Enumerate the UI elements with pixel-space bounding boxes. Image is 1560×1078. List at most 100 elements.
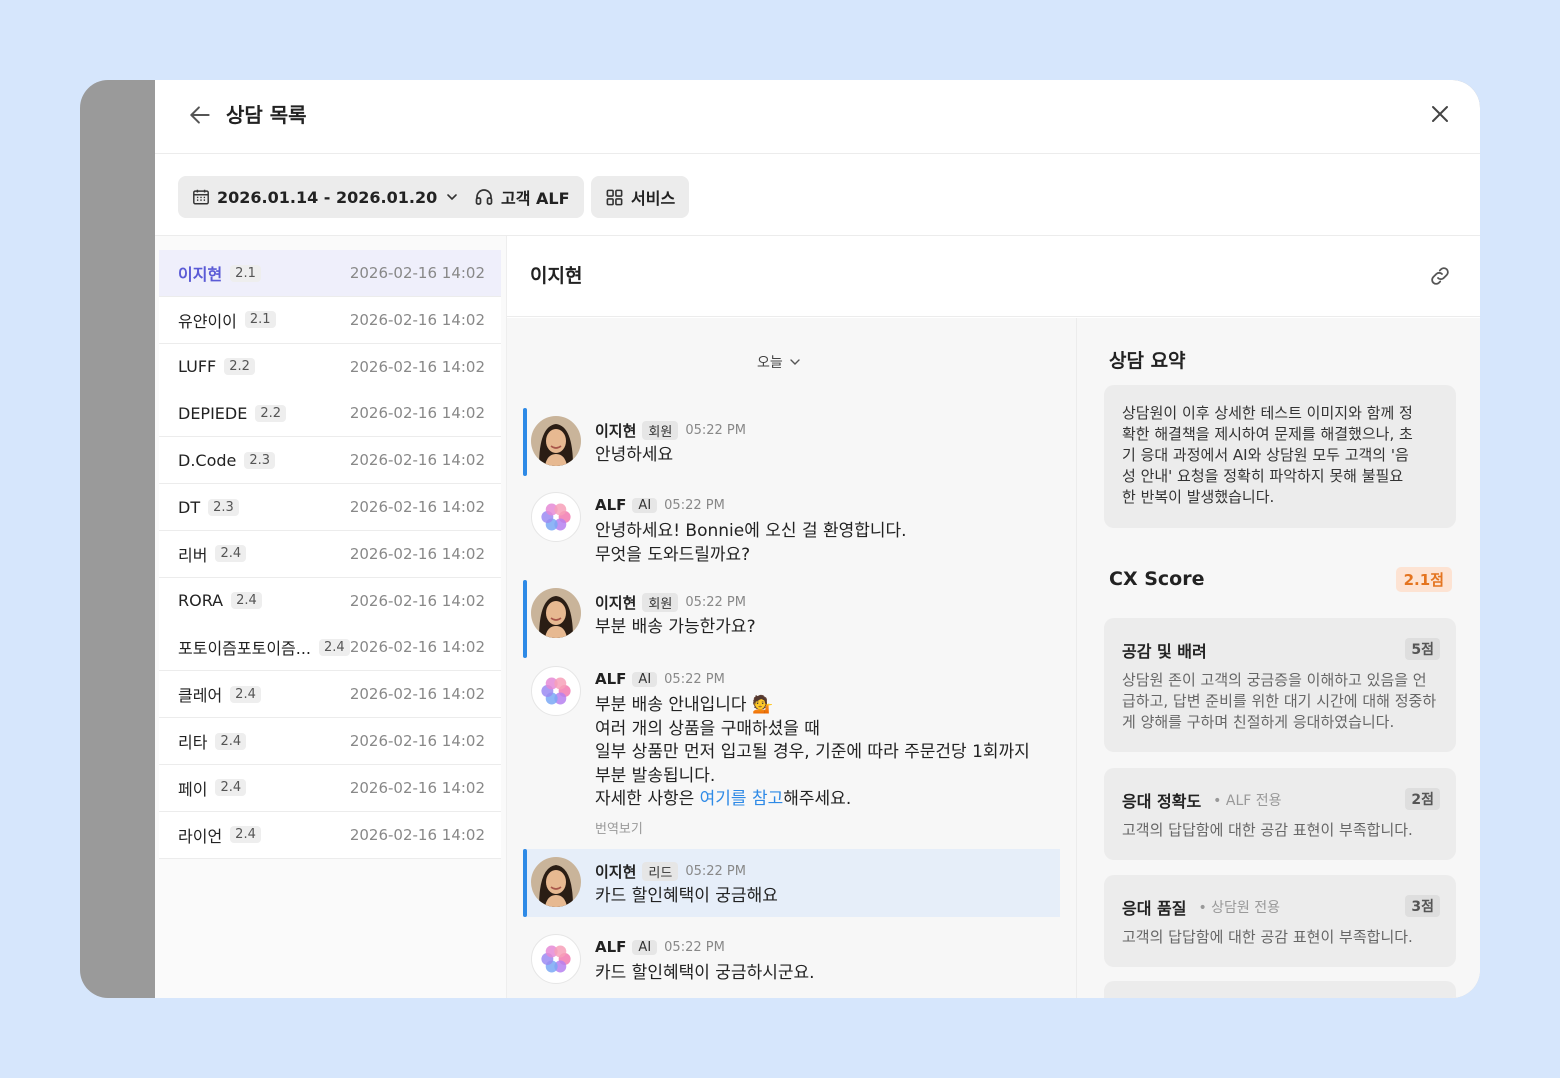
customer-filter[interactable]: 고객 ALF <box>460 176 584 218</box>
conversation-row[interactable]: DEPIEDE 2.2 2026-02-16 14:02 <box>159 390 501 438</box>
link-icon[interactable] <box>1428 264 1452 288</box>
description-line: 상담원 존이 고객의 궁금증을 이해하고 있음을 언 <box>1122 671 1427 689</box>
message-time: 05:22 PM <box>664 671 725 687</box>
header: 상담 목록 <box>155 80 1480 154</box>
day-separator[interactable]: 오늘 <box>757 352 802 372</box>
bot-message: ALF AI 05:22 PM 카드 할인혜택이 궁금하시군요. <box>523 926 1060 998</box>
bot-message: ALF AI 05:22 PM 안녕하세요! Bonnie에 오신 걸 환영합니다. 무… <box>523 484 1060 565</box>
conversation-date: 2026-02-16 14:02 <box>349 638 485 657</box>
conversation-date: 2026-02-16 14:02 <box>349 825 485 844</box>
score-card-partial <box>1104 981 1456 998</box>
grid-icon <box>606 189 623 205</box>
chevron-down-icon <box>790 359 800 365</box>
description-line: 고객의 답답함에 대한 공감 표현이 부족합니다. <box>1122 821 1413 839</box>
alf-logo-icon <box>531 934 581 984</box>
summary-line: 기 응대 과정에서 AI와 상담원 모두 고객의 '음 <box>1122 446 1409 464</box>
message-text: 부분 배송 가능한가요? <box>595 616 756 640</box>
score-card-note: • 상담원 전용 <box>1198 900 1281 916</box>
score-card-title: 응대 품질 • 상담원 전용 <box>1122 895 1280 919</box>
translate-link[interactable]: 번역보기 <box>595 818 643 837</box>
score-card-description: 상담원 존이 고객의 궁금증을 이해하고 있음을 언급하고, 답변 준비를 위한… <box>1122 670 1438 733</box>
conversation-date: 2026-02-16 14:02 <box>349 451 485 470</box>
score-badge: 2.4 <box>230 685 261 703</box>
cx-score-title: CX Score <box>1109 568 1205 590</box>
conversation-row[interactable]: 페이 2.4 2026-02-16 14:02 <box>159 764 501 812</box>
conversation-row[interactable]: 이지현 2.1 2026-02-16 14:02 <box>159 250 501 297</box>
score-badge: 2.4 <box>230 826 261 844</box>
customer-name: 이지현 <box>178 265 223 284</box>
customer-name: 리버 <box>178 545 208 565</box>
conversation-date: 2026-02-16 14:02 <box>349 544 485 563</box>
message-line: 카드 할인혜택이 궁금해요 <box>595 886 778 906</box>
sender-tag: 리드 <box>642 862 679 881</box>
message-header: 이지현 회원 05:22 PM <box>595 592 746 613</box>
conversation-row[interactable]: 라이언 2.4 2026-02-16 14:02 <box>159 811 501 859</box>
date-range-filter[interactable]: 2026.01.14 - 2026.01.20 <box>178 176 474 218</box>
customer-name: LUFF <box>178 357 217 377</box>
score-card-note: • ALF 전용 <box>1213 793 1282 809</box>
score-card-score: 5점 <box>1405 638 1440 660</box>
conversation-row[interactable]: D.Code 2.3 2026-02-16 14:02 <box>159 437 501 485</box>
conversation-date: 2026-02-16 14:02 <box>349 778 485 797</box>
sender-tag: AI <box>632 671 658 687</box>
conversation-date: 2026-02-16 14:02 <box>349 310 485 329</box>
description-line: 고객의 답답함에 대한 공감 표현이 부족합니다. <box>1122 928 1413 946</box>
message-text: 카드 할인혜택이 궁금해요 <box>595 885 778 909</box>
chat-customer-name: 이지현 <box>530 265 583 287</box>
score-badge: 2.1 <box>244 311 276 329</box>
message-text: 안녕하세요 <box>595 444 673 468</box>
message-line-text: 자세한 사항은 <box>595 789 700 809</box>
customer-message: 이지현 회원 05:22 PM 안녕하세요 <box>523 408 1060 476</box>
summary-line: 상담원이 이후 상세한 테스트 이미지와 함께 정 <box>1122 404 1413 422</box>
conversation-row[interactable]: DT 2.3 2026-02-16 14:02 <box>159 484 501 531</box>
customer-name: 유얀이이 <box>178 311 237 331</box>
conversation-row[interactable]: 클레어 2.4 2026-02-16 14:02 <box>159 671 501 719</box>
message-time: 05:22 PM <box>685 864 746 879</box>
customer-name: 라이언 <box>178 826 223 846</box>
conversation-row[interactable]: LUFF 2.2 2026-02-16 14:02 <box>159 343 501 391</box>
sender-name: 이지현 <box>595 863 637 881</box>
score-card: 응대 품질 • 상담원 전용 3점 고객의 답답함에 대한 공감 표현이 부족합니다. <box>1104 875 1456 967</box>
back-arrow-icon[interactable] <box>187 102 213 128</box>
customer-name: 클레어 <box>178 686 223 706</box>
sender-tag: AI <box>632 939 658 955</box>
sender-name: 이지현 <box>595 594 637 612</box>
message-line: 부분 배송 안내입니다 💁 <box>595 695 774 715</box>
conversation-date: 2026-02-16 14:02 <box>349 685 485 704</box>
customer-message: 이지현 회원 05:22 PM 부분 배송 가능한가요? <box>523 580 1060 658</box>
conversation-date: 2026-02-16 14:02 <box>349 498 485 516</box>
sender-name: 이지현 <box>595 422 637 440</box>
summary-box: 상담원이 이후 상세한 테스트 이미지와 함께 정 확한 해결책을 제시하여 문제… <box>1104 385 1456 528</box>
customer-name: 페이 <box>178 779 208 799</box>
sender-name: ALF <box>595 938 627 956</box>
reference-link[interactable]: 여기를 참고 <box>700 789 784 809</box>
sender-name: ALF <box>595 670 627 688</box>
description-line: 급하고, 답변 준비를 위한 대기 시간에 대해 정중하 <box>1122 692 1437 710</box>
sender-tag: 회원 <box>642 421 679 440</box>
message-line: 부분 발송됩니다. <box>595 765 716 786</box>
score-badge: 2.4 <box>215 779 247 797</box>
score-badge: 2.4 <box>231 592 262 610</box>
conversation-row[interactable]: RORA 2.4 2026-02-16 14:02 <box>159 577 501 625</box>
conversation-row[interactable]: 리버 2.4 2026-02-16 14:02 <box>159 530 501 578</box>
conversation-date: 2026-02-16 14:02 <box>349 732 485 750</box>
conversation-row[interactable]: 포토이즘포토이즘... 2.4 2026-02-16 14:02 <box>159 624 501 672</box>
conversation-row[interactable]: 유얀이이 2.1 2026-02-16 14:02 <box>159 296 501 344</box>
customer-message: 이지현 리드 05:22 PM 카드 할인혜택이 궁금해요 <box>523 849 1060 917</box>
description-line: 게 양해를 구하며 친절하게 응대하였습니다. <box>1122 713 1395 731</box>
score-badge: 2.4 <box>215 545 247 563</box>
filter-bar: 2026.01.14 - 2026.01.20 고객 ALF 서비스 <box>155 154 1480 236</box>
conversation-row[interactable]: 리타 2.4 2026-02-16 14:02 <box>159 718 501 765</box>
alf-logo-icon <box>531 666 581 716</box>
score-card-name: 응대 정확도 <box>1122 792 1202 811</box>
message-line: 카드 할인혜택이 궁금하시군요. <box>595 963 815 983</box>
sender-tag: 회원 <box>642 593 679 612</box>
summary-title: 상담 요약 <box>1109 350 1186 372</box>
conversation-date: 2026-02-16 14:02 <box>349 404 485 423</box>
message-header: ALF AI 05:22 PM <box>595 938 725 956</box>
customer-name: DEPIEDE <box>178 403 248 423</box>
message-header: ALF AI 05:22 PM <box>595 670 725 688</box>
service-filter[interactable]: 서비스 <box>591 176 690 218</box>
close-icon[interactable] <box>1428 102 1452 126</box>
message-line: 안녕하세요 <box>595 445 674 465</box>
